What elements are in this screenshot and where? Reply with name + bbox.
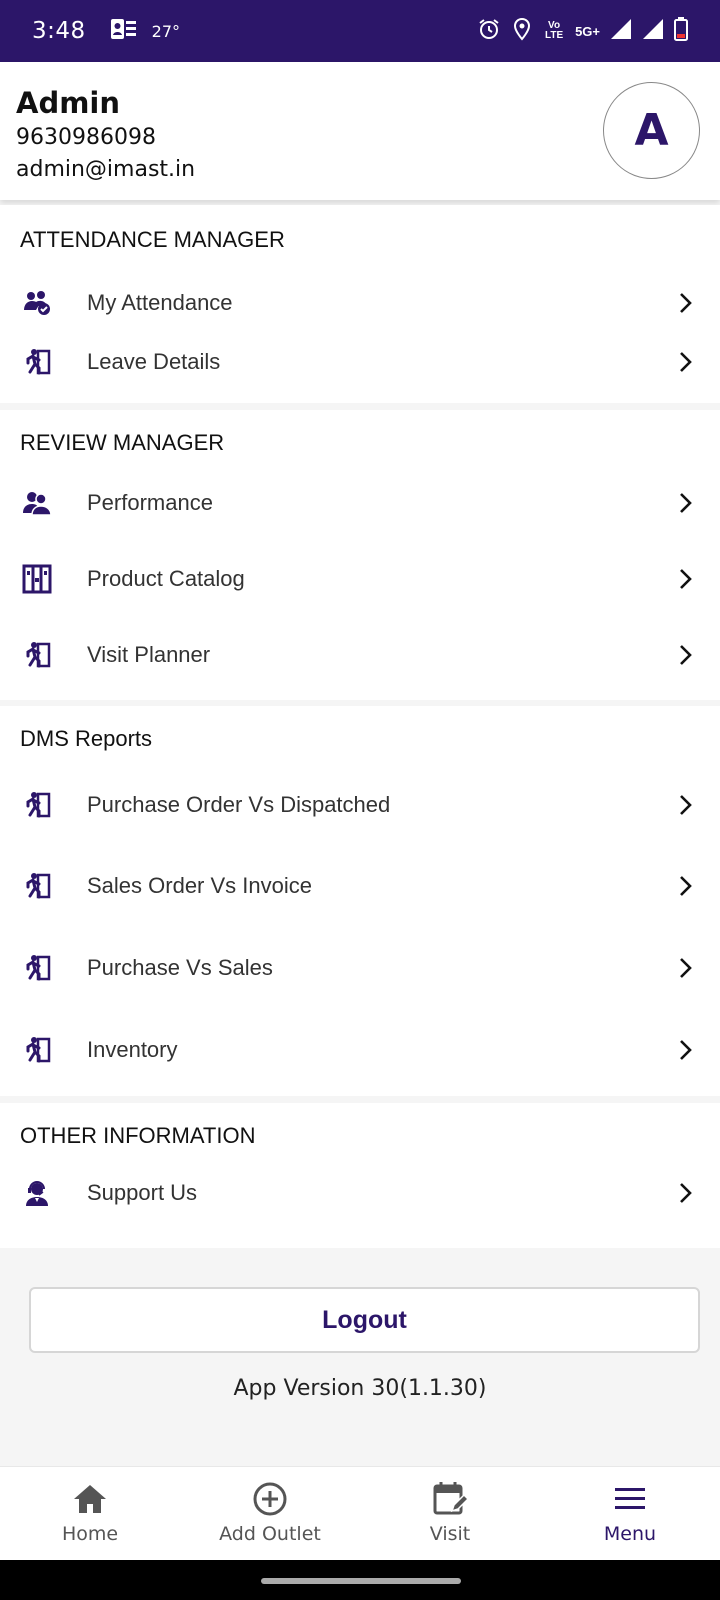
app-version: App Version 30(1.1.30) [233, 1376, 487, 1401]
tab-label: Add Outlet [219, 1523, 321, 1545]
chevron-right-icon [676, 350, 696, 374]
attendance-section: ATTENDANCE MANAGER My Attendance Leave D… [0, 205, 720, 403]
menu-item-label: Visit Planner [87, 642, 211, 667]
profile-email: admin@imast.in [16, 157, 196, 182]
other-information-section: OTHER INFORMATION Support Us [0, 1103, 720, 1248]
signal-icon [610, 18, 632, 45]
status-bar: 3:48 27° Vo LTE 5G+ [0, 0, 720, 62]
menu-item-sales-order-vs-invoice[interactable]: Sales Order Vs Invoice [0, 858, 720, 914]
menu-item-purchase-vs-sales[interactable]: Purchase Vs Sales [0, 940, 720, 996]
chevron-right-icon [676, 1038, 696, 1062]
dms-reports-section: DMS Reports Purchase Order Vs Dispatched… [0, 706, 720, 1096]
calendar-edit-icon [432, 1481, 468, 1517]
profile-name: Admin [16, 86, 121, 120]
menu-item-label: My Attendance [87, 290, 233, 315]
menu-item-performance[interactable]: Performance [0, 475, 720, 531]
logout-button[interactable]: Logout [29, 1287, 700, 1353]
tab-add-outlet[interactable]: Add Outlet [180, 1467, 360, 1560]
status-temperature: 27° [151, 21, 181, 41]
chevron-right-icon [676, 793, 696, 817]
network-type: 5G+ [575, 23, 600, 39]
home-gesture-handle[interactable] [261, 1578, 461, 1584]
tab-label: Visit [429, 1523, 471, 1545]
menu-item-support-us[interactable]: Support Us [0, 1165, 720, 1221]
status-time: 3:48 [32, 18, 86, 44]
alarm-icon [477, 17, 501, 46]
contacts-icon [110, 17, 138, 46]
add-circle-icon [252, 1481, 288, 1517]
section-title: REVIEW MANAGER [20, 430, 225, 455]
chevron-right-icon [676, 567, 696, 591]
section-title: DMS Reports [20, 726, 153, 751]
battery-icon [674, 16, 688, 46]
bottom-navigation: Home Add Outlet Visit Menu [0, 1466, 720, 1560]
chevron-right-icon [676, 643, 696, 667]
running-person-icon [22, 953, 52, 983]
chevron-right-icon [676, 956, 696, 980]
menu-item-label: Leave Details [87, 349, 221, 374]
menu-item-label: Performance [87, 490, 213, 515]
users-icon [22, 488, 52, 518]
tab-visit[interactable]: Visit [360, 1467, 540, 1560]
running-person-icon [22, 347, 52, 377]
home-icon [72, 1481, 108, 1517]
profile-phone: 9630986098 [16, 125, 156, 150]
chevron-right-icon [676, 1181, 696, 1205]
tab-menu[interactable]: Menu [540, 1467, 720, 1560]
support-agent-icon [22, 1178, 52, 1208]
menu-item-my-attendance[interactable]: My Attendance [0, 275, 720, 331]
chevron-right-icon [676, 291, 696, 315]
chevron-right-icon [676, 874, 696, 898]
tab-label: Home [61, 1523, 119, 1545]
tab-home[interactable]: Home [0, 1467, 180, 1560]
menu-item-visit-planner[interactable]: Visit Planner [0, 627, 720, 683]
running-person-icon [22, 790, 52, 820]
running-person-icon [22, 1035, 52, 1065]
section-title: ATTENDANCE MANAGER [20, 227, 285, 252]
menu-item-product-catalog[interactable]: Product Catalog [0, 551, 720, 607]
review-section: REVIEW MANAGER Performance Product Catal… [0, 410, 720, 700]
catalog-icon [22, 564, 52, 594]
avatar[interactable]: A [603, 82, 700, 179]
menu-item-leave-details[interactable]: Leave Details [0, 334, 720, 390]
signal-icon [642, 18, 664, 45]
menu-item-label: Inventory [87, 1037, 178, 1062]
tab-label: Menu [603, 1523, 657, 1545]
profile-header: Admin 9630986098 admin@imast.in A [0, 62, 720, 200]
menu-item-label: Sales Order Vs Invoice [87, 873, 312, 898]
menu-item-label: Purchase Order Vs Dispatched [87, 792, 391, 817]
location-icon [511, 17, 533, 46]
menu-item-label: Purchase Vs Sales [87, 955, 273, 980]
menu-item-label: Support Us [87, 1180, 198, 1205]
chevron-right-icon [676, 491, 696, 515]
menu-icon [612, 1481, 648, 1517]
running-person-icon [22, 871, 52, 901]
menu-item-inventory[interactable]: Inventory [0, 1022, 720, 1078]
group-check-icon [22, 288, 52, 318]
menu-item-purchase-order-vs-dispatched[interactable]: Purchase Order Vs Dispatched [0, 777, 720, 833]
system-navigation-bar [0, 1560, 720, 1600]
section-title: OTHER INFORMATION [20, 1123, 256, 1148]
menu-item-label: Product Catalog [87, 566, 245, 591]
volte-indicator: Vo LTE [544, 20, 564, 41]
running-person-icon [22, 640, 52, 670]
